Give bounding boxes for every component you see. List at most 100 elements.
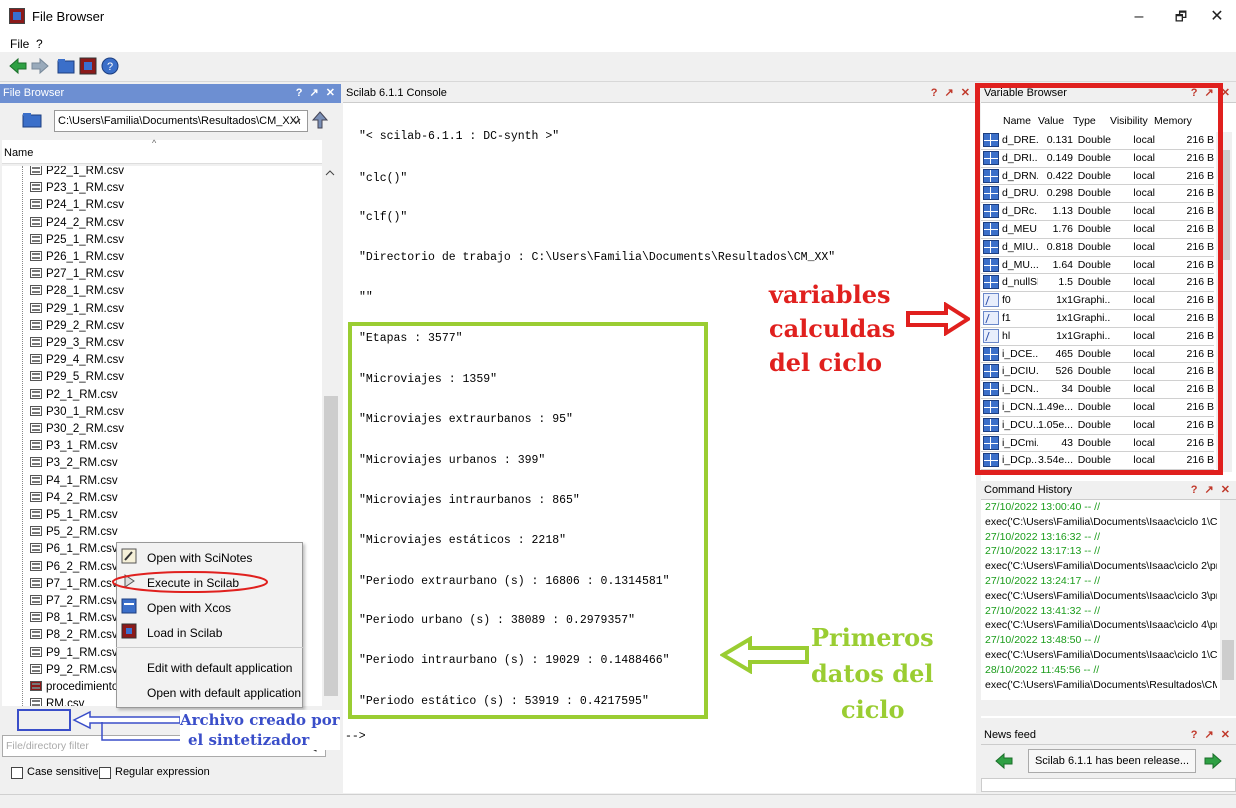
news-hscrollbar[interactable] — [981, 778, 1236, 792]
back-arrow-icon[interactable] — [8, 56, 28, 76]
history-command[interactable]: exec('C:\Users\Familia\Documents\Resulta… — [985, 679, 1217, 691]
file-name: P29_1_RM.csv — [46, 302, 124, 315]
history-command[interactable]: exec('C:\Users\Familia\Documents\Isaac\c… — [985, 590, 1217, 602]
file-browser-panel-controls[interactable]: ? ↗ ✕ — [296, 84, 337, 103]
file-name: P30_2_RM.csv — [46, 423, 124, 435]
file-row[interactable]: P8_1_RM.csv — [30, 609, 118, 627]
folder-icon[interactable] — [56, 56, 76, 76]
history-command[interactable]: exec('C:\Users\Familia\Documents\Isaac\c… — [985, 516, 1217, 528]
file-row[interactable]: P5_1_RM.csv — [30, 506, 118, 524]
history-session-timestamp[interactable]: 27/10/2022 13:00:40 -- // — [985, 501, 1217, 513]
navigate-up-icon[interactable] — [311, 110, 329, 130]
history-vscrollbar-thumb[interactable] — [1222, 640, 1234, 680]
history-session-timestamp[interactable]: 27/10/2022 13:41:32 -- // — [985, 605, 1217, 617]
news-message-button[interactable]: Scilab 6.1.1 has been release... — [1028, 749, 1196, 773]
file-row[interactable]: P5_2_RM.csv — [30, 523, 118, 541]
file-row[interactable]: P27_1_RM.csv — [30, 265, 124, 283]
file-row[interactable]: P29_3_RM.csv — [30, 334, 124, 352]
file-row[interactable]: P28_1_RM.csv — [30, 282, 124, 300]
history-command[interactable]: exec('C:\Users\Familia\Documents\Isaac\c… — [985, 560, 1217, 572]
help-icon[interactable]: ? — [100, 56, 120, 76]
file-row[interactable]: P6_2_RM.csv — [30, 558, 118, 576]
file-row[interactable]: RM.csv — [30, 695, 84, 706]
csv-file-icon — [30, 560, 42, 571]
file-list-scrollbar-thumb[interactable] — [324, 396, 338, 696]
scilab-icon[interactable] — [78, 56, 98, 76]
file-row[interactable]: P25_1_RM.csv — [30, 231, 124, 249]
history-session-timestamp[interactable]: 27/10/2022 13:17:13 -- // — [985, 545, 1217, 557]
csv-file-icon — [30, 319, 42, 330]
file-list-header[interactable]: Name ^ — [2, 138, 322, 164]
annotation-variables: variables calculdas del ciclo — [769, 278, 895, 380]
forward-arrow-icon[interactable] — [30, 56, 50, 76]
blue-arrow-icon — [72, 710, 181, 741]
menu-edit-default[interactable]: Edit with default application — [147, 661, 292, 675]
history-session-timestamp[interactable]: 27/10/2022 13:24:17 -- // — [985, 575, 1217, 587]
csv-file-icon — [30, 337, 42, 347]
history-session-timestamp[interactable]: 28/10/2022 11:45:56 -- // — [985, 664, 1217, 676]
file-row[interactable]: P9_2_RM.csv — [30, 661, 118, 679]
file-row[interactable]: P29_2_RM.csv — [30, 317, 124, 335]
history-hscrollbar[interactable] — [981, 700, 1236, 716]
file-row[interactable]: P29_4_RM.csv — [30, 351, 124, 369]
file-name: P29_2_RM.csv — [46, 319, 124, 332]
menu-file[interactable]: File — [10, 37, 29, 51]
file-row[interactable]: P30_1_RM.csv — [30, 403, 124, 421]
csv-file-icon — [30, 405, 42, 416]
file-row[interactable]: P8_2_RM.csv — [30, 626, 118, 644]
scroll-up-icon[interactable] — [325, 168, 335, 178]
file-row[interactable]: P24_1_RM.csv — [30, 196, 124, 214]
file-row[interactable]: P6_1_RM.csv — [30, 540, 118, 558]
file-row[interactable]: P7_1_RM.csv — [30, 575, 118, 593]
file-row[interactable]: P4_2_RM.csv — [30, 489, 118, 507]
case-sensitive-checkbox[interactable] — [11, 767, 23, 779]
csv-file-icon — [30, 199, 42, 210]
path-combobox[interactable]: C:\Users\Familia\Documents\Resultados\CM… — [54, 110, 308, 132]
file-row[interactable]: P29_5_RM.csv — [30, 368, 124, 386]
chevron-down-icon[interactable] — [291, 117, 301, 125]
menu-load-scilab[interactable]: Load in Scilab — [147, 626, 222, 640]
csv-file-icon — [30, 371, 42, 382]
menu-open-xcos[interactable]: Open with Xcos — [147, 601, 231, 615]
file-row[interactable]: P2_1_RM.csv — [30, 386, 118, 404]
menu-help[interactable]: ? — [36, 37, 43, 51]
minimize-button[interactable]: – — [1124, 6, 1154, 28]
history-command[interactable]: exec('C:\Users\Familia\Documents\Isaac\c… — [985, 619, 1217, 631]
file-row[interactable]: P26_1_RM.csv — [30, 248, 124, 266]
file-row[interactable]: P24_2_RM.csv — [30, 214, 124, 232]
file-row[interactable]: procedimiento - — [30, 678, 125, 696]
file-row[interactable]: P3_2_RM.csv — [30, 454, 118, 472]
file-name: P30_1_RM.csv — [46, 405, 124, 418]
file-row[interactable]: P30_2_RM.csv — [30, 420, 124, 438]
regex-checkbox[interactable] — [99, 767, 111, 779]
file-row[interactable]: P9_1_RM.csv — [30, 644, 118, 662]
news-feed-panel-controls[interactable]: ? ↗ ✕ — [1191, 726, 1232, 745]
maximize-button[interactable]: 🗗 — [1166, 6, 1196, 28]
csv-file-icon — [30, 698, 42, 706]
history-session-timestamp[interactable]: 27/10/2022 13:16:32 -- // — [985, 531, 1217, 543]
file-row[interactable]: P3_1_RM.csv — [30, 437, 118, 455]
file-row[interactable]: P29_1_RM.csv — [30, 300, 124, 318]
menu-open-scinotes[interactable]: Open with SciNotes — [147, 551, 252, 565]
console-prompt[interactable]: --> — [345, 730, 366, 743]
close-button[interactable]: ✕ — [1202, 6, 1232, 28]
file-row[interactable]: P7_2_RM.csv — [30, 592, 118, 610]
annotation-line: datos del — [811, 659, 934, 688]
file-row[interactable]: P4_1_RM.csv — [30, 472, 118, 490]
console-panel-controls[interactable]: ? ↗ ✕ — [931, 84, 972, 103]
history-session-timestamp[interactable]: 27/10/2022 13:48:50 -- // — [985, 634, 1217, 646]
file-row[interactable]: P22_1_RM.csv — [30, 166, 124, 180]
news-next-icon[interactable] — [1203, 752, 1223, 770]
file-row[interactable]: P23_1_RM.csv — [30, 179, 124, 197]
menu-bar — [0, 34, 1236, 52]
open-folder-icon[interactable] — [22, 112, 42, 128]
csv-file-icon — [30, 423, 42, 433]
command-history-panel-controls[interactable]: ? ↗ ✕ — [1191, 481, 1232, 500]
menu-open-default[interactable]: Open with default application — [147, 686, 301, 700]
file-name: P4_2_RM.csv — [46, 491, 118, 504]
annotation-line: variables — [769, 280, 891, 309]
annotation-line: del ciclo — [769, 348, 882, 377]
csv-file-icon — [30, 646, 42, 657]
history-command[interactable]: exec('C:\Users\Familia\Documents\Isaac\c… — [985, 649, 1217, 661]
news-prev-icon[interactable] — [994, 752, 1014, 770]
